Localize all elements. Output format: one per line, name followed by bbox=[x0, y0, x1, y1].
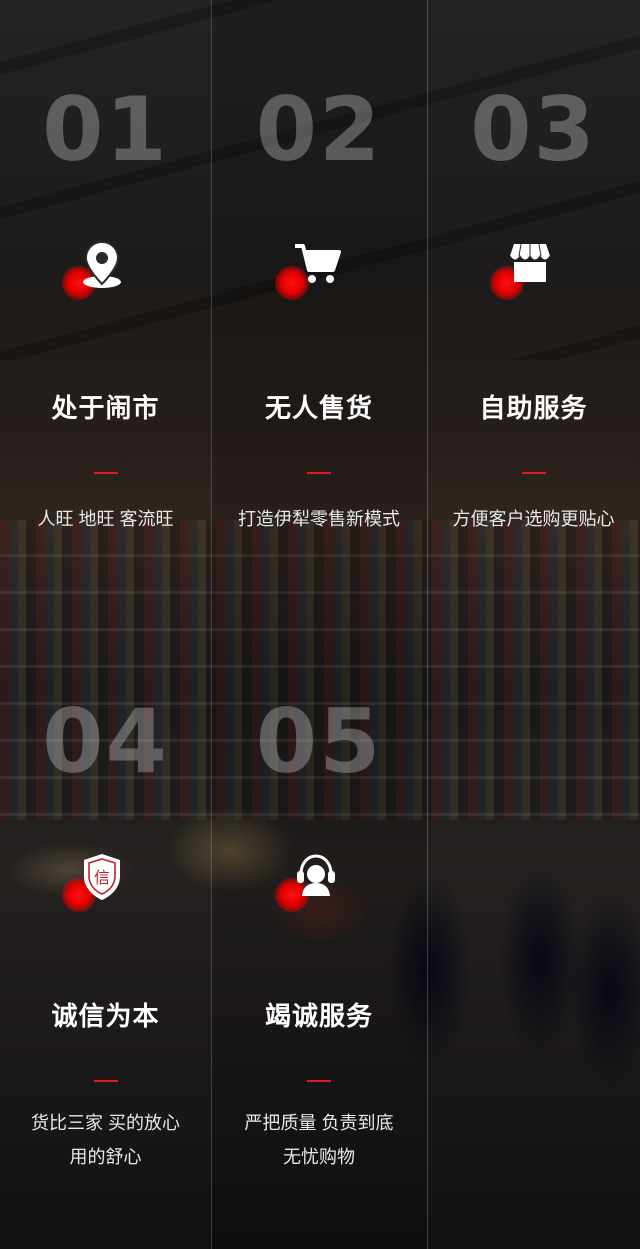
feature-card-1: 01 处于闹市 人旺 地旺 客流旺 04 信 诚信为本 货比三家 买的放心 用的… bbox=[0, 0, 212, 1249]
feature-number: 02 bbox=[255, 78, 383, 181]
feature-title: 竭诚服务 bbox=[264, 1001, 373, 1031]
feature-number: 01 bbox=[42, 78, 169, 181]
accent-divider bbox=[307, 1080, 331, 1082]
accent-divider bbox=[307, 472, 331, 474]
feature-card-2: 02 无人售货 打造伊犁零售新模式 05 竭诚服务 严把质量 负责到底 无忧购物 bbox=[211, 0, 428, 1249]
feature-title: 诚信为本 bbox=[51, 1001, 160, 1031]
feature-description: 严把质量 负责到底 无忧购物 bbox=[244, 1113, 394, 1167]
accent-divider bbox=[93, 1080, 118, 1082]
customer-service-icon bbox=[297, 854, 335, 896]
feature-title: 无人售货 bbox=[264, 393, 373, 423]
accent-divider bbox=[93, 472, 118, 474]
shopping-cart-icon bbox=[295, 244, 341, 283]
feature-description: 货比三家 买的放心 用的舒心 bbox=[30, 1113, 180, 1167]
feature-number: 04 bbox=[42, 690, 169, 793]
feature-icon bbox=[275, 240, 349, 300]
trust-shield-icon: 信 bbox=[83, 854, 120, 900]
feature-description: 人旺 地旺 客流旺 bbox=[37, 509, 174, 529]
feature-icon bbox=[61, 240, 136, 300]
feature-description: 方便客户选购更贴心 bbox=[452, 509, 615, 529]
feature-number: 03 bbox=[470, 78, 597, 181]
feature-title: 处于闹市 bbox=[51, 393, 160, 423]
feature-description: 打造伊犁零售新模式 bbox=[238, 509, 400, 529]
feature-number: 05 bbox=[255, 690, 383, 793]
feature-card-3: 03 自助服务 方便客户选购更贴心 bbox=[427, 0, 640, 620]
location-pin-icon bbox=[82, 240, 121, 288]
feature-icon bbox=[275, 852, 349, 912]
trust-shield-label: 信 bbox=[93, 868, 109, 887]
accent-divider bbox=[521, 472, 546, 474]
feature-icon bbox=[489, 240, 564, 300]
feature-title: 自助服务 bbox=[479, 393, 588, 423]
storefront-icon bbox=[509, 243, 550, 282]
feature-icon: 信 bbox=[61, 852, 136, 912]
